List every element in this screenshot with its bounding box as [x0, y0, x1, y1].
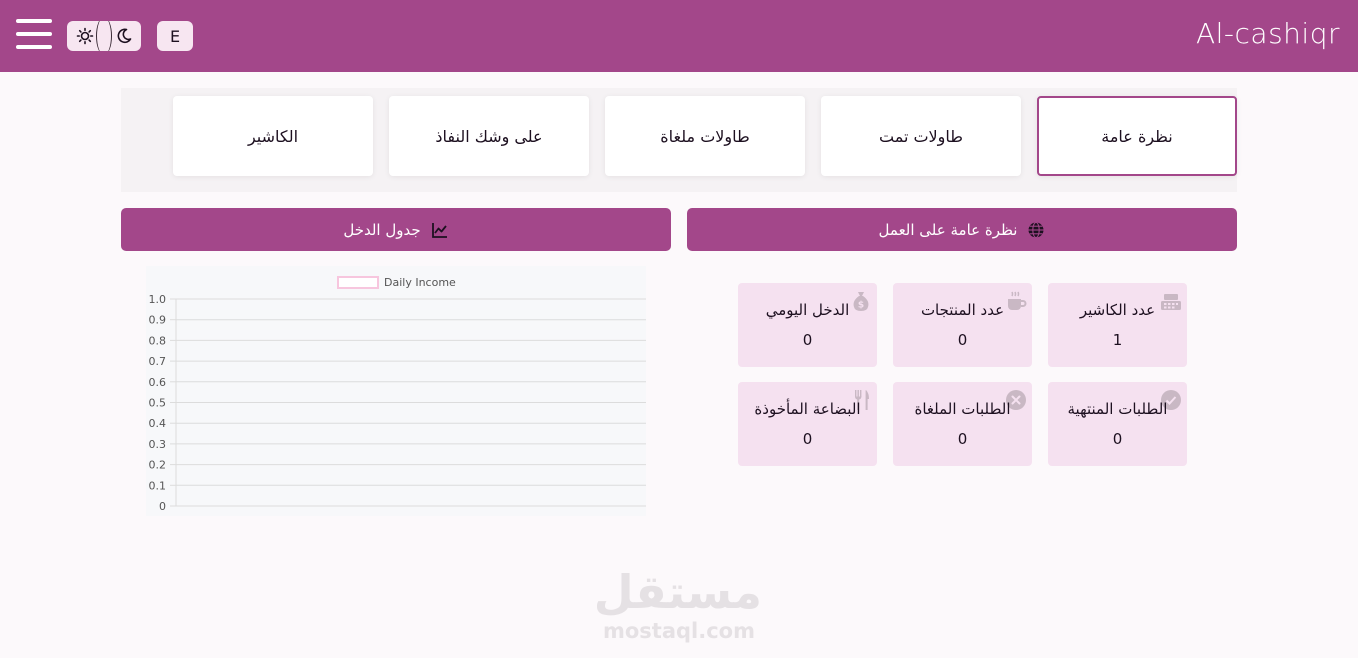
income-section-title: جدول الدخل: [343, 220, 421, 239]
stat-value: 1: [1112, 331, 1123, 349]
tab-cashier[interactable]: الكاشير: [173, 96, 373, 176]
stat-value: 0: [957, 331, 968, 349]
y-tick-label: 0.2: [149, 459, 167, 472]
app-logo: Al-cashiqr: [1196, 17, 1340, 50]
stat-card-cancelled-orders[interactable]: الطلبات الملغاة 0: [893, 382, 1032, 466]
moon-icon: [117, 28, 132, 44]
y-tick-label: 0.8: [149, 334, 167, 347]
stat-card-product-count[interactable]: عدد المنتجات 0: [893, 283, 1032, 367]
stat-card-daily-income[interactable]: $ الدخل اليومي 0: [738, 283, 877, 367]
y-tick-label: 0.9: [149, 314, 167, 327]
stat-label: عدد الكاشير: [1079, 301, 1156, 319]
y-tick-label: 0.1: [149, 479, 167, 492]
stat-label: الدخل اليومي: [765, 301, 850, 319]
globe-icon: [1028, 221, 1044, 238]
stat-label: الطلبات الملغاة: [914, 400, 1011, 418]
stat-value: 0: [1112, 430, 1123, 448]
line-chart-icon: [431, 222, 447, 238]
stat-card-taken-goods[interactable]: البضاعة المأخوذة 0: [738, 382, 877, 466]
y-tick-label: 0: [159, 500, 166, 513]
stat-value: 0: [802, 331, 813, 349]
y-tick-label: 0.5: [149, 397, 167, 410]
y-tick-label: 0.7: [149, 355, 167, 368]
theme-toggle[interactable]: [67, 21, 141, 51]
tab-completed-tables[interactable]: طاولات تمت: [821, 96, 1021, 176]
tab-low-stock[interactable]: على وشك النفاذ: [389, 96, 589, 176]
y-tick-label: 1.0: [149, 293, 167, 306]
y-tick-label: 0.4: [149, 417, 167, 430]
watermark-latin: mostaql.com: [603, 619, 755, 643]
overview-section-title: نظرة عامة على العمل: [878, 220, 1018, 239]
income-chart-svg: 0 0.1 0.2 0.3 0.4 0.5 0.6 0.7 0.8 0.9 1.0 Daily In…: [149, 276, 646, 513]
stat-value: 0: [957, 430, 968, 448]
menu-icon[interactable]: [16, 19, 52, 51]
sun-icon: [76, 27, 94, 45]
income-chart: 0 0.1 0.2 0.3 0.4 0.5 0.6 0.7 0.8 0.9 1.0 Daily In…: [146, 266, 646, 516]
stat-value: 0: [802, 430, 813, 448]
top-header: E Al-cashiqr: [0, 0, 1358, 72]
stat-card-completed-orders[interactable]: الطلبات المنتهية 0: [1048, 382, 1187, 466]
stat-card-cashier-count[interactable]: عدد الكاشير 1: [1048, 283, 1187, 367]
y-tick-label: 0.3: [149, 438, 167, 451]
overview-section-header[interactable]: نظرة عامة على العمل: [687, 208, 1237, 251]
tab-overview[interactable]: نظرة عامة: [1037, 96, 1237, 176]
stat-label: عدد المنتجات: [920, 301, 1005, 319]
watermark-arabic: مستقل: [593, 565, 762, 619]
y-tick-label: 0.6: [149, 376, 167, 389]
stat-label: البضاعة المأخوذة: [754, 400, 861, 418]
language-button[interactable]: E: [157, 21, 193, 51]
legend-swatch: [337, 276, 379, 289]
legend-label: Daily Income: [384, 276, 456, 289]
income-section-header[interactable]: جدول الدخل: [121, 208, 671, 251]
stat-label: الطلبات المنتهية: [1067, 400, 1168, 418]
tab-cancelled-tables[interactable]: طاولات ملغاة: [605, 96, 805, 176]
